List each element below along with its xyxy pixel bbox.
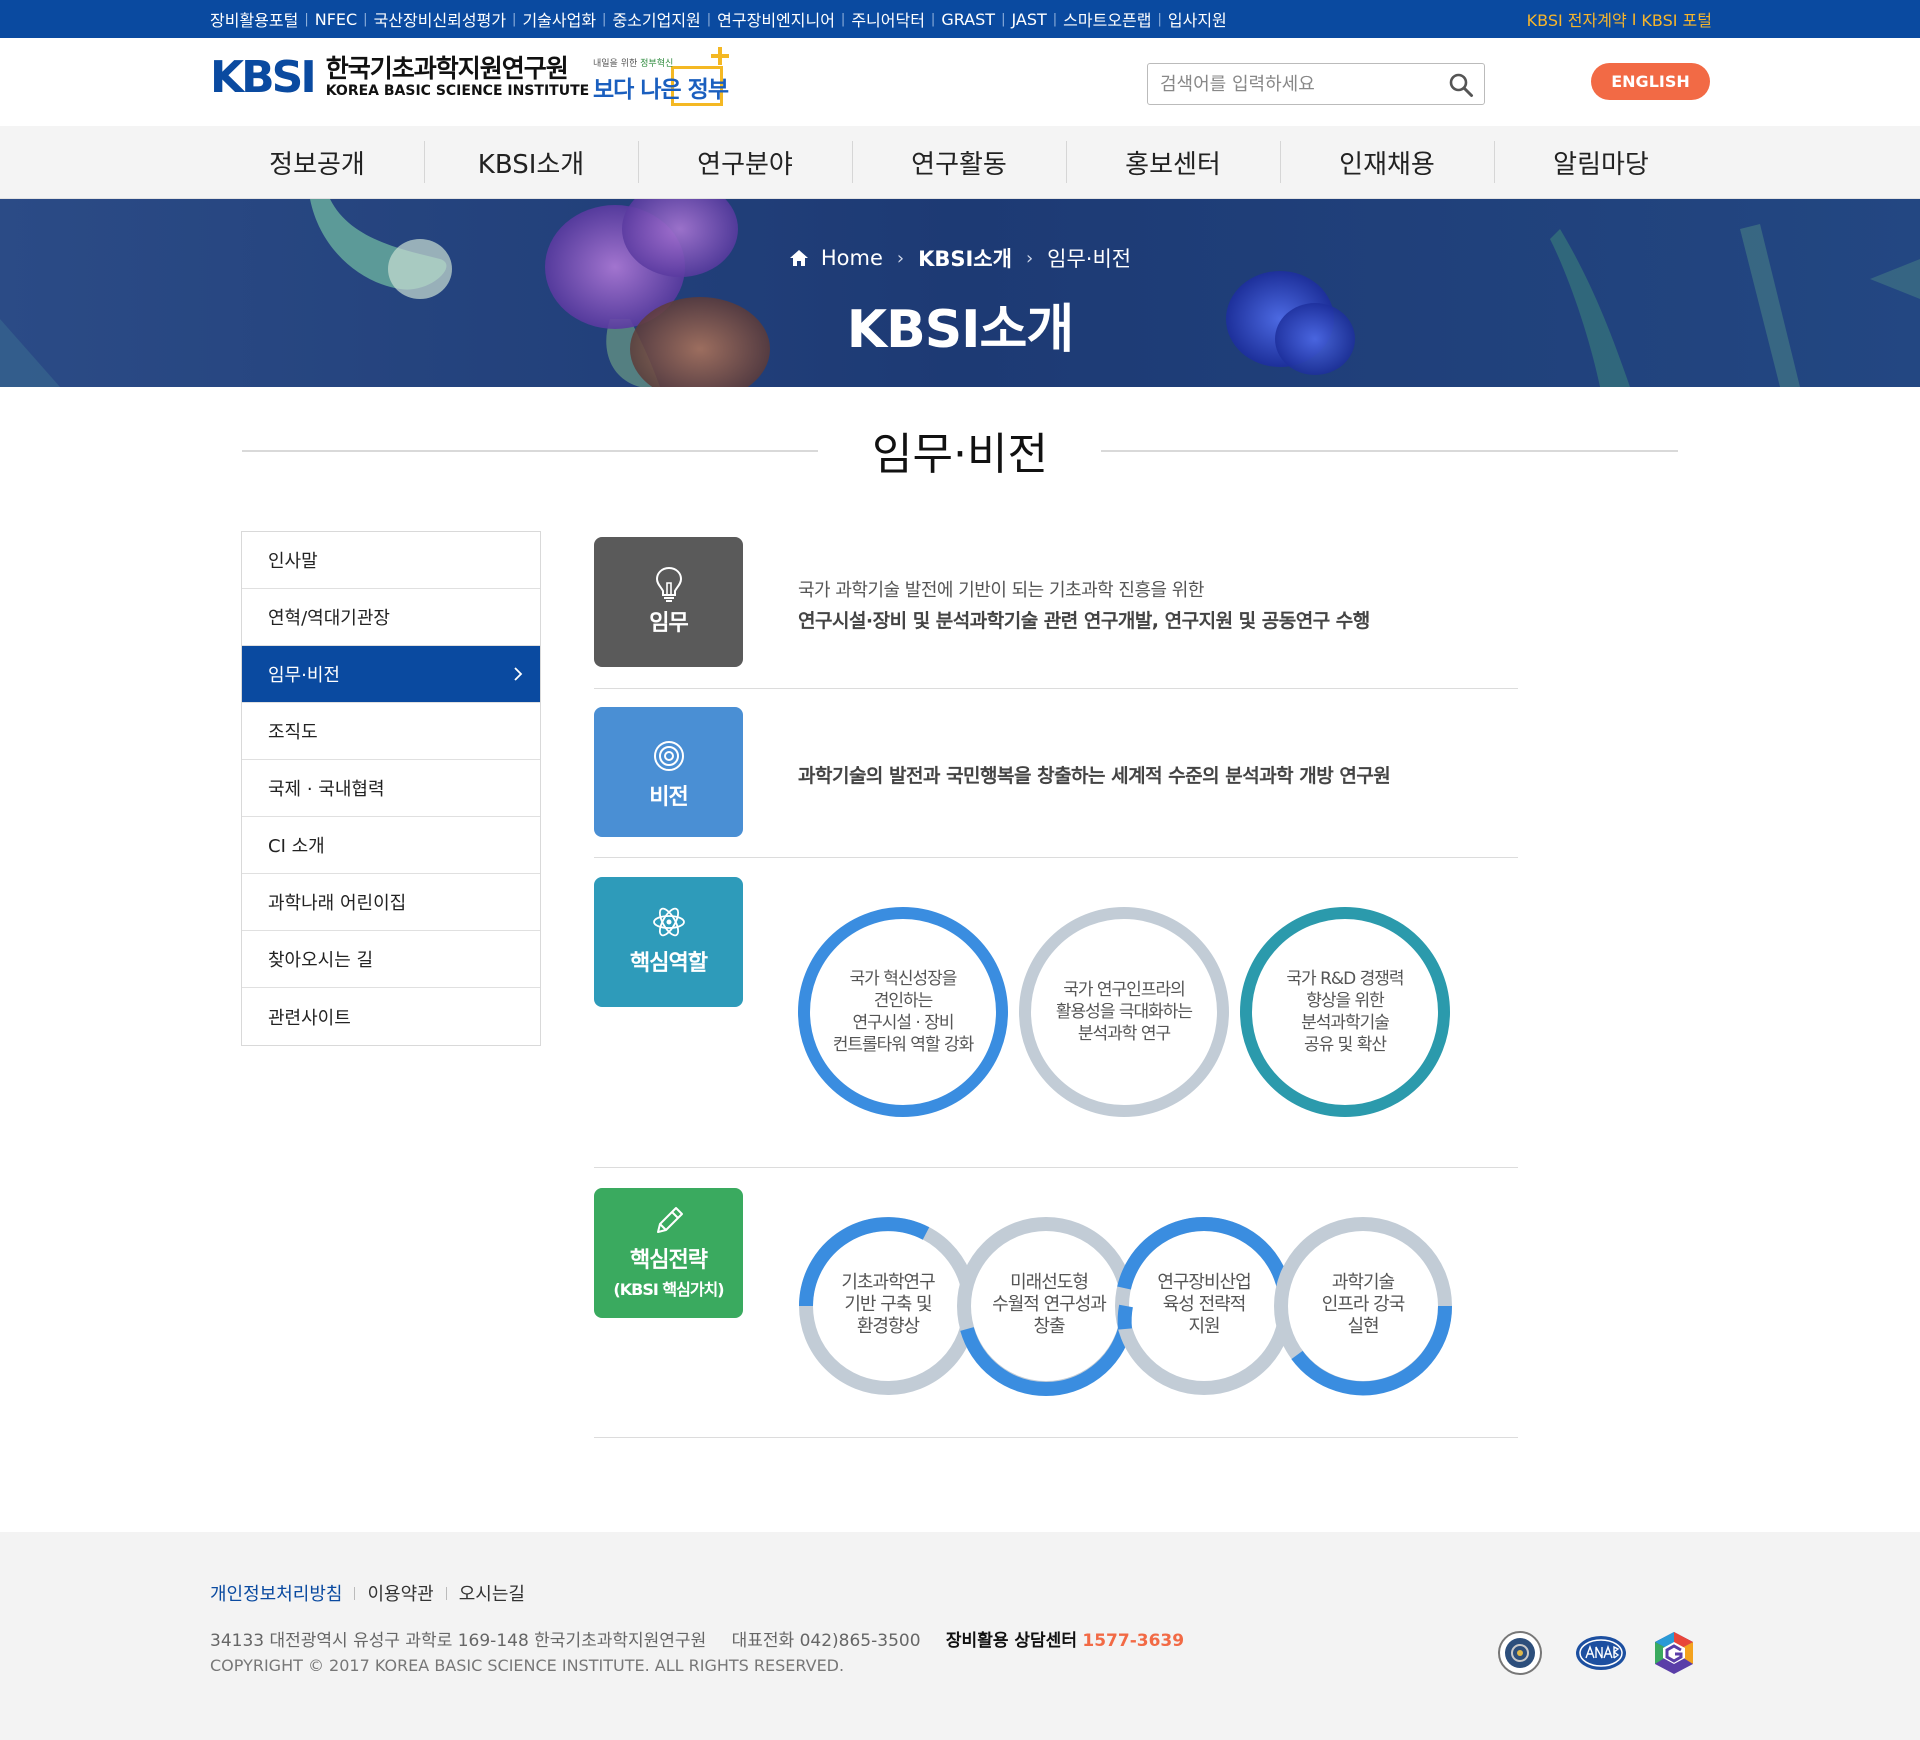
copyright: COPYRIGHT © 2017 KOREA BASIC SCIENCE INS… <box>210 1656 845 1675</box>
topbar-link-apply[interactable]: 입사지원 <box>1168 7 1227 31</box>
chevron-right-icon: › <box>896 247 905 269</box>
logo-mark: KBSI <box>210 51 317 103</box>
side-menu-item-organization[interactable]: 조직도 <box>242 703 540 760</box>
top-utility-bar: 장비활용포털 | NFEC | 국산장비신뢰성평가 | 기술사업화 | 중소기업지원 | … <box>0 0 1920 38</box>
privacy-policy-link[interactable]: 개인정보처리방침 <box>210 1580 342 1606</box>
core-roles-label: 핵심역할 <box>630 951 708 976</box>
breadcrumb: Home › KBSI소개 › 임무·비전 <box>0 243 1920 273</box>
strategy-ring-3-text: 연구장비산업 육성 전략적 지원 <box>1157 1272 1251 1337</box>
gnb-item-pr-center[interactable]: 홍보센터 <box>1066 126 1280 199</box>
core-strategy-label: 핵심전략 <box>630 1248 708 1273</box>
side-menu-item-directions[interactable]: 찾아오시는 길 <box>242 931 540 988</box>
government-innovation-logo: 내일을 위한 정부혁신 보다 나은 정부 <box>593 47 733 112</box>
mission-text-line1: 국가 과학기술 발전에 기반이 되는 기초과학 진흥을 위한 <box>798 580 1204 601</box>
side-menu-item-greeting[interactable]: 인사말 <box>242 532 540 589</box>
gnb-item-disclosure[interactable]: 정보공개 <box>210 126 424 199</box>
side-menu-item-history[interactable]: 연혁/역대기관장 <box>242 589 540 646</box>
core-roles-box: 핵심역할 <box>594 877 743 1007</box>
gnb-item-notice[interactable]: 알림마당 <box>1494 126 1708 199</box>
topbar-link-junior-doctor[interactable]: 주니어닥터 <box>851 7 925 31</box>
strategy-ring-4-text: 과학기술 인프라 강국 실현 <box>1321 1272 1406 1337</box>
pencil-icon <box>656 1207 683 1233</box>
core-strategy-sublabel: (KBSI 핵심가치) <box>613 1280 724 1299</box>
side-menu-item-cooperation[interactable]: 국제 · 국내협력 <box>242 760 540 817</box>
core-role-circle-2: 국가 연구인프라의 활용성을 극대화하는 분석과학 연구 <box>1019 907 1229 1117</box>
mission-label: 임무 <box>649 611 688 636</box>
breadcrumb-about[interactable]: KBSI소개 <box>918 243 1012 273</box>
search-icon[interactable] <box>1448 72 1474 98</box>
topbar-link-nfec[interactable]: NFEC <box>315 10 357 29</box>
chevron-right-icon <box>514 667 523 681</box>
core-role-circle-1: 국가 혁신성장을 견인하는 연구시설 · 장비 컨트롤타워 역할 강화 <box>798 907 1008 1117</box>
footer-address: 34133 대전광역시 유성구 과학로 169-148 한국기초과학지원연구원 … <box>210 1631 1185 1651</box>
search-box <box>1147 63 1485 105</box>
vision-text: 과학기술의 발전과 국민행복을 창출하는 세계적 수준의 분석과학 개방 연구원 <box>798 765 1391 787</box>
breadcrumb-home[interactable]: Home <box>821 246 883 270</box>
topbar-link-reliability[interactable]: 국산장비신뢰성평가 <box>374 7 506 31</box>
vision-label: 비전 <box>649 785 688 810</box>
gnb-item-research-activities[interactable]: 연구활동 <box>852 126 1066 199</box>
breadcrumb-current[interactable]: 임무·비전 <box>1047 243 1131 273</box>
sub-visual-banner: Home › KBSI소개 › 임무·비전 KBSI소개 <box>0 199 1920 387</box>
core-role-circle-3: 국가 R&D 경쟁력 향상을 위한 분석과학기술 공유 및 확산 <box>1240 907 1450 1117</box>
home-icon[interactable] <box>789 249 809 267</box>
family-site-links: 장비활용포털 | NFEC | 국산장비신뢰성평가 | 기술사업화 | 중소기업지원 | … <box>210 0 1227 38</box>
footer-links: 개인정보처리방침 이용약관 오시는길 <box>210 1580 525 1606</box>
strategy-ring-1-text: 기초과학연구 기반 구축 및 환경향상 <box>841 1272 935 1337</box>
gnb-item-research-fields[interactable]: 연구분야 <box>638 126 852 199</box>
page-title: 임무·비전 <box>872 429 1048 480</box>
side-menu-item-daycare[interactable]: 과학나래 어린이집 <box>242 874 540 931</box>
main-navigation: 정보공개 KBSI소개 연구분야 연구활동 홍보센터 인재채용 알림마당 <box>0 126 1920 199</box>
page-title-area: 임무·비전 <box>242 418 1678 484</box>
e-contract-link[interactable]: KBSI 전자계약 <box>1527 7 1627 31</box>
g-logo-icon[interactable] <box>1651 1630 1697 1676</box>
logo-korean-name: 한국기초과학지원연구원 <box>325 54 569 83</box>
section-divider <box>594 1167 1518 1168</box>
topbar-link-smart-open-lab[interactable]: 스마트오픈랩 <box>1063 7 1151 31</box>
search-input[interactable] <box>1148 64 1438 104</box>
terms-link[interactable]: 이용약관 <box>367 1580 433 1606</box>
topbar-link-grast[interactable]: GRAST <box>941 10 995 29</box>
topbar-link-commercialization[interactable]: 기술사업화 <box>522 7 596 31</box>
topbar-link-sme-support[interactable]: 중소기업지원 <box>612 7 700 31</box>
strategy-ring-2-text: 미래선도형 수월적 연구성과 창출 <box>992 1272 1107 1337</box>
site-header: KBSI 한국기초과학지원연구원 KOREA BASIC SCIENCE INS… <box>0 38 1920 126</box>
chevron-right-icon: › <box>1025 247 1034 269</box>
side-menu-item-related-sites[interactable]: 관련사이트 <box>242 988 540 1045</box>
kbsi-logo[interactable]: KBSI 한국기초과학지원연구원 KOREA BASIC SCIENCE INS… <box>210 55 589 100</box>
mission-box: 임무 <box>594 537 743 667</box>
topbar-link-engineer[interactable]: 연구장비엔지니어 <box>717 7 835 31</box>
section-divider <box>594 1437 1518 1438</box>
consult-phone: 1577-3639 <box>1082 1631 1185 1651</box>
topbar-right-links: KBSI 전자계약 I KBSI 포털 <box>1527 0 1712 38</box>
gnb-item-recruit[interactable]: 인재채용 <box>1280 126 1494 199</box>
logo-english-name: KOREA BASIC SCIENCE INSTITUTE <box>325 83 590 99</box>
mission-text-line2: 연구시설·장비 및 분석과학기술 관련 연구개발, 연구지원 및 공동연구 수행 <box>798 610 1370 632</box>
lightbulb-icon <box>655 566 682 602</box>
atom-icon <box>652 907 685 937</box>
iso-seal-icon[interactable] <box>1497 1630 1543 1676</box>
side-menu: 인사말 연혁/역대기관장 임무·비전 조직도 국제 · 국내협력 CI 소개 과… <box>241 531 541 1046</box>
topbar-link-equipment-portal[interactable]: 장비활용포털 <box>210 7 298 31</box>
side-menu-item-mission-vision[interactable]: 임무·비전 <box>242 646 540 703</box>
anab-logo-icon[interactable] <box>1574 1630 1628 1676</box>
core-strategy-box: 핵심전략 (KBSI 핵심가치) <box>594 1188 743 1318</box>
banner-title: KBSI소개 <box>846 300 1074 360</box>
kbsi-portal-link[interactable]: KBSI 포털 <box>1641 7 1712 31</box>
site-footer: 개인정보처리방침 이용약관 오시는길 34133 대전광역시 유성구 과학로 1… <box>0 1532 1920 1740</box>
vision-box: 비전 <box>594 707 743 837</box>
section-divider <box>594 688 1518 689</box>
english-button[interactable]: ENGLISH <box>1591 63 1710 100</box>
target-icon <box>653 741 684 771</box>
section-divider <box>594 857 1518 858</box>
side-menu-item-ci[interactable]: CI 소개 <box>242 817 540 874</box>
directions-link[interactable]: 오시는길 <box>459 1580 525 1606</box>
gnb-item-about[interactable]: KBSI소개 <box>424 126 638 199</box>
topbar-link-jast[interactable]: JAST <box>1011 10 1046 29</box>
